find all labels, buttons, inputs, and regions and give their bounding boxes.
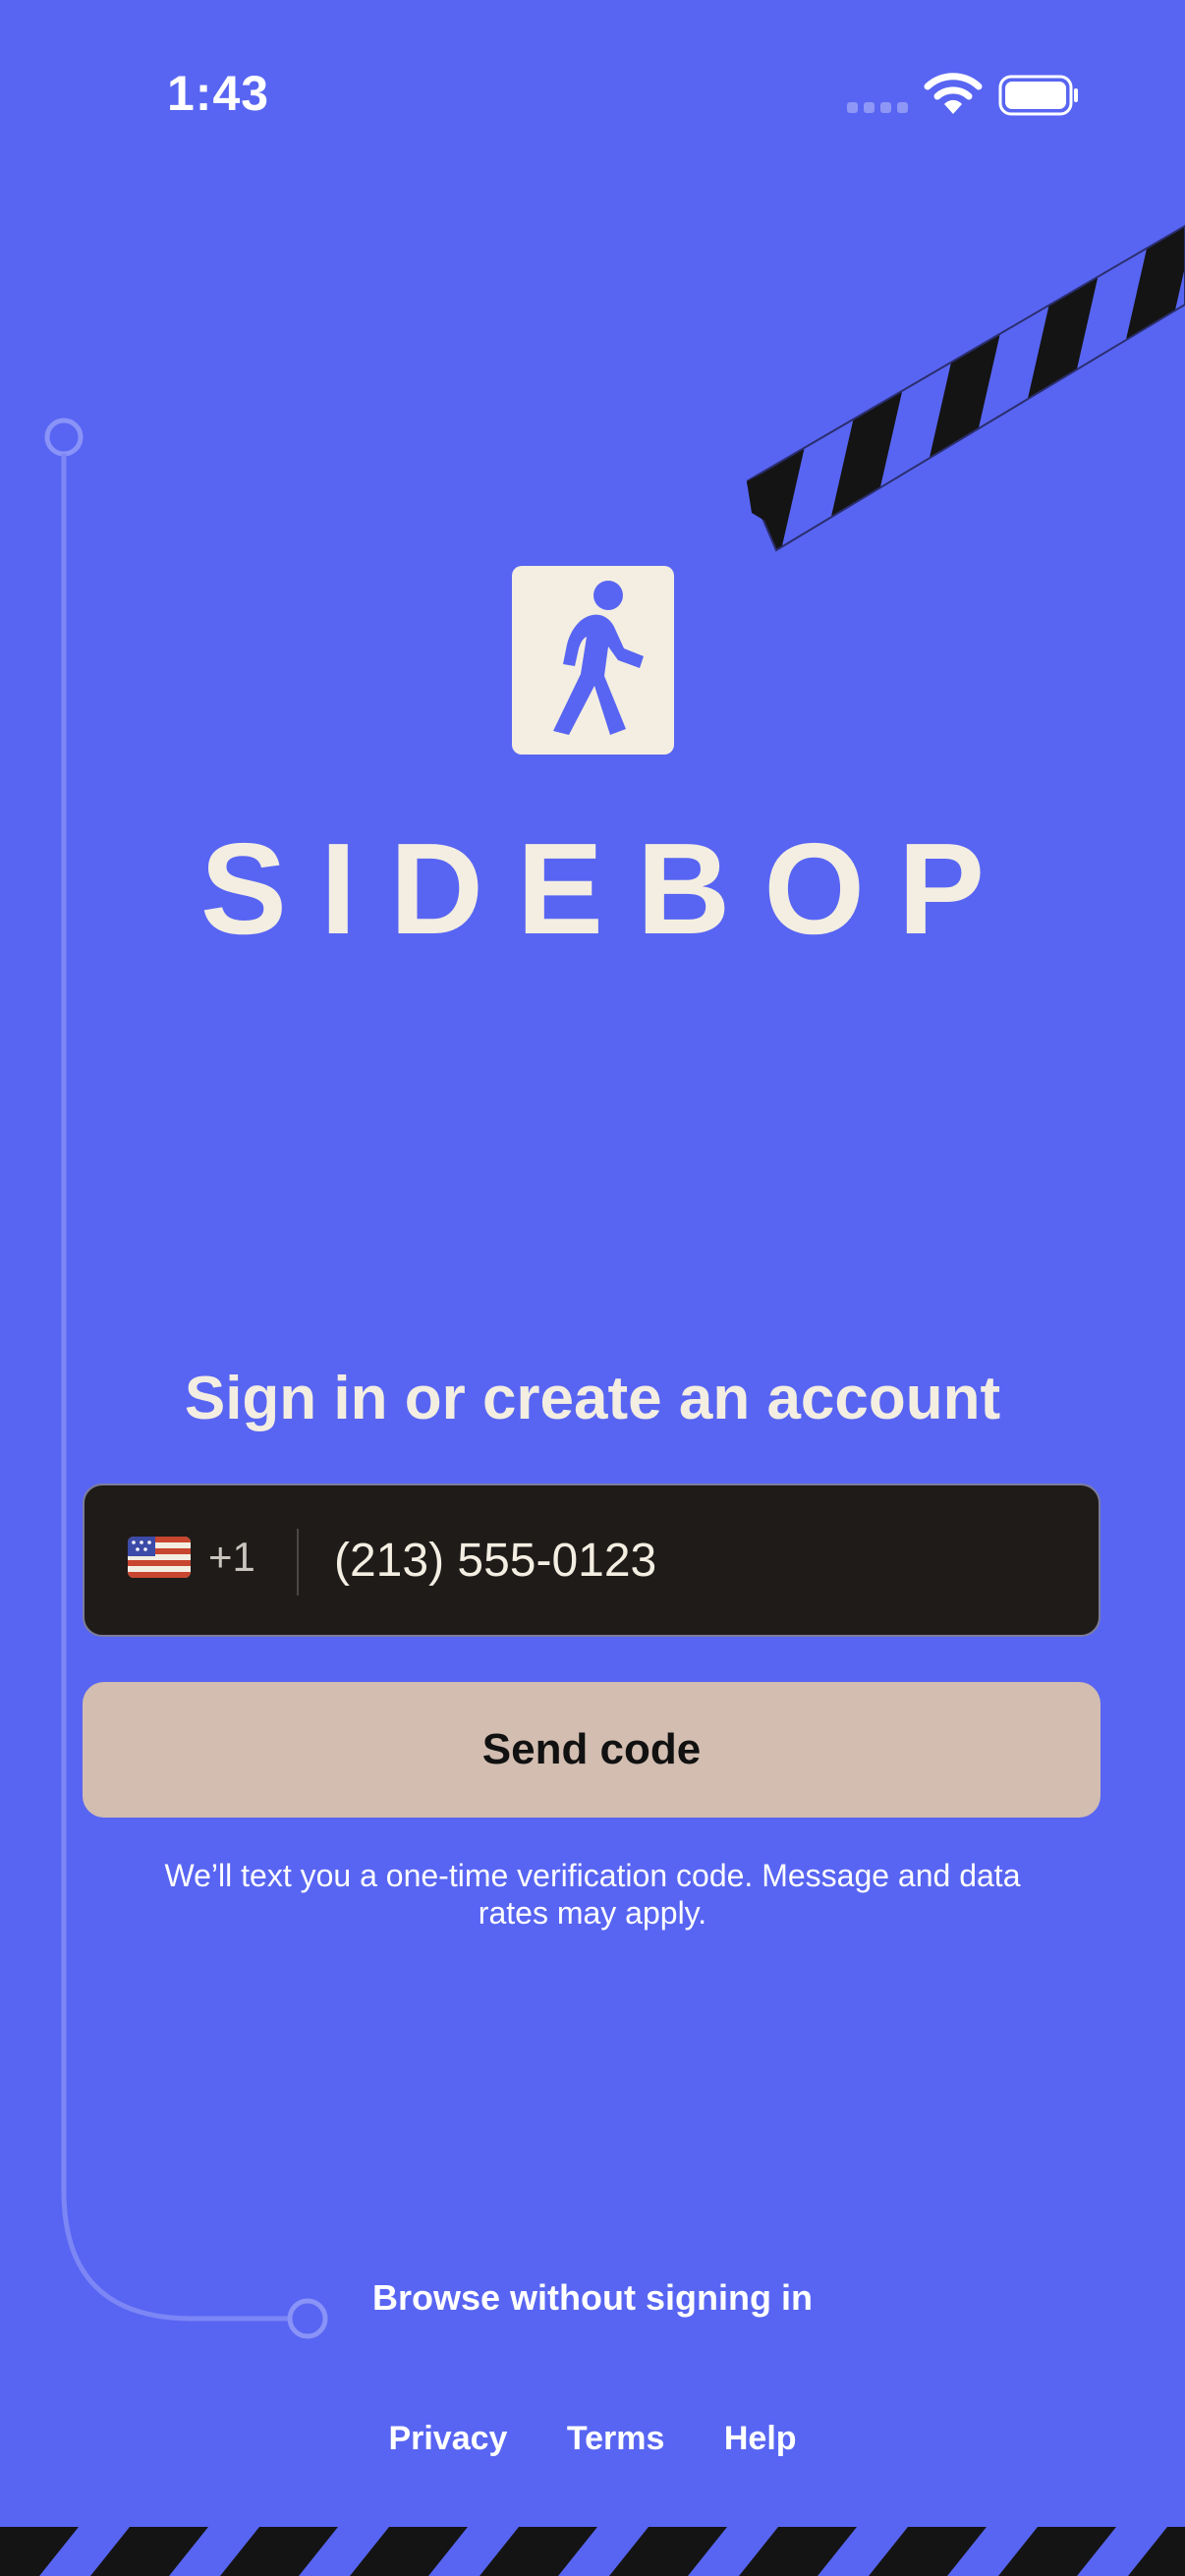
wifi-icon (924, 71, 983, 116)
country-dial-code[interactable]: +1 (208, 1533, 255, 1582)
app-logo (512, 566, 674, 755)
phone-field[interactable]: +1 (83, 1484, 1100, 1637)
battery-icon (998, 75, 1079, 116)
bottom-caution-tape (0, 2527, 1185, 2576)
terms-link[interactable]: Terms (567, 2417, 665, 2460)
us-flag-icon[interactable] (128, 1537, 191, 1578)
status-time: 1:43 (167, 66, 270, 121)
privacy-link[interactable]: Privacy (388, 2417, 507, 2460)
browse-without-signin-link[interactable]: Browse without signing in (0, 2275, 1185, 2321)
help-link[interactable]: Help (724, 2417, 797, 2460)
signin-heading: Sign in or create an account (184, 1365, 1001, 1432)
brand-wordmark: SIDEBOP (199, 816, 1019, 961)
sms-disclaimer: We’ll text you a one-time verification c… (164, 1858, 1021, 1931)
phone-number-input[interactable] (334, 1525, 1061, 1596)
cellular-signal-icon (847, 102, 908, 114)
footer-links: Privacy Terms Help (0, 2417, 1185, 2460)
field-divider (297, 1529, 299, 1596)
caution-tape-decoration (747, 224, 1185, 552)
send-code-button[interactable]: Send code (83, 1682, 1100, 1818)
person-walking-icon (553, 581, 644, 735)
